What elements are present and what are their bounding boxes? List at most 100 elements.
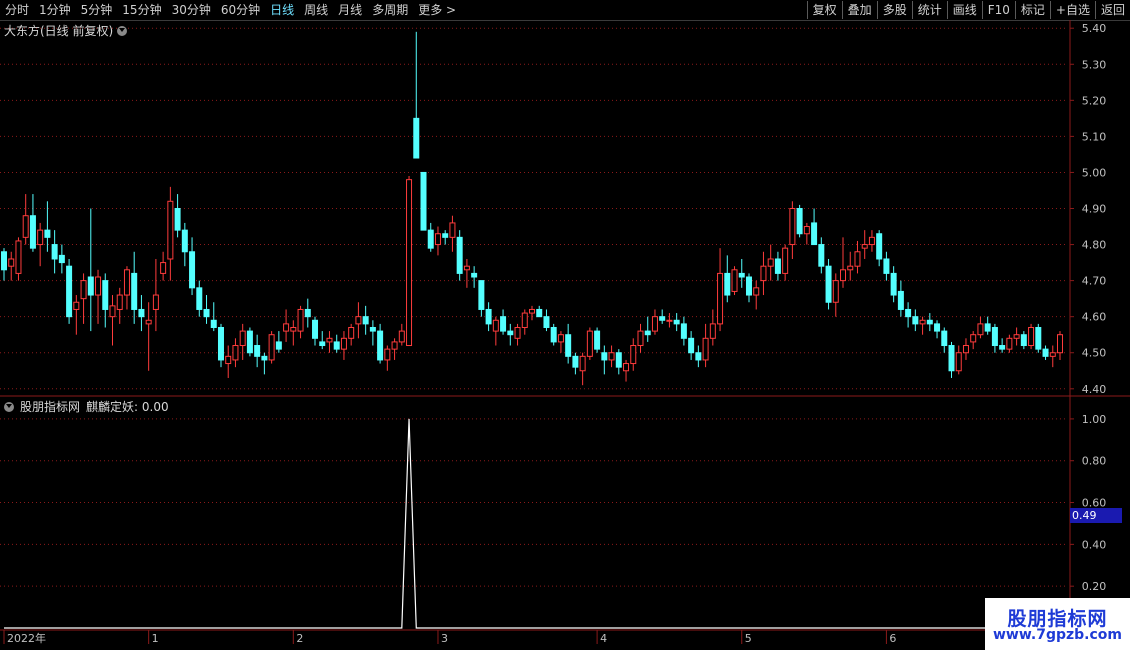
indicator-tick-label: 0.20 bbox=[1082, 580, 1107, 593]
candle-body bbox=[1020, 334, 1027, 347]
chevron-down-icon[interactable] bbox=[4, 401, 14, 412]
candle-body bbox=[934, 323, 941, 332]
candle-body bbox=[666, 319, 673, 322]
candle-body bbox=[811, 222, 818, 246]
candle-body bbox=[138, 308, 145, 318]
candle-body bbox=[514, 326, 521, 339]
candle-body bbox=[152, 294, 159, 310]
candle-body bbox=[847, 265, 854, 271]
candle-body bbox=[644, 330, 651, 336]
price-tick-label: 4.50 bbox=[1082, 347, 1107, 360]
candle-body bbox=[789, 208, 796, 246]
candle-body bbox=[854, 251, 861, 267]
candle-body bbox=[977, 323, 984, 336]
candle-body bbox=[239, 330, 246, 347]
main-chart-label: 大东方(日线 前复权) bbox=[4, 22, 128, 39]
candle-body bbox=[377, 330, 384, 361]
candle-body bbox=[955, 352, 962, 372]
time-label: 6 bbox=[889, 632, 896, 645]
candle-body bbox=[275, 341, 282, 350]
candle-body bbox=[760, 265, 767, 282]
candle-body bbox=[1013, 334, 1020, 339]
candle-body bbox=[8, 258, 15, 267]
candle-body bbox=[326, 337, 333, 343]
candle-body bbox=[970, 334, 977, 343]
price-tick-label: 5.20 bbox=[1082, 94, 1107, 107]
candle-body bbox=[333, 341, 340, 350]
candle-body bbox=[355, 316, 362, 325]
candle-body bbox=[427, 229, 434, 249]
watermark: 股朋指标网 www.7gpzb.com bbox=[985, 598, 1130, 650]
price-tick-label: 4.40 bbox=[1082, 383, 1107, 396]
candle-body bbox=[579, 355, 586, 372]
candle-body bbox=[1006, 337, 1013, 350]
candle-body bbox=[717, 272, 724, 325]
candle-body bbox=[876, 233, 883, 260]
candle-body bbox=[796, 208, 803, 235]
candle-body bbox=[724, 272, 731, 296]
candle-body bbox=[348, 326, 355, 339]
candle-body bbox=[232, 345, 239, 361]
candle-body bbox=[507, 330, 514, 336]
candle-body bbox=[818, 244, 825, 267]
candle-body bbox=[109, 305, 116, 318]
candle-body bbox=[29, 215, 36, 249]
candle-body bbox=[825, 265, 832, 303]
candle-body bbox=[37, 229, 44, 246]
candle-body bbox=[369, 326, 376, 332]
candle-body bbox=[991, 326, 998, 347]
candle-body bbox=[189, 251, 196, 289]
candle-body bbox=[905, 308, 912, 318]
stock-title: 大东方(日线 前复权) bbox=[4, 24, 114, 38]
candle-body bbox=[51, 244, 58, 260]
candle-body bbox=[73, 301, 80, 310]
chevron-down-icon[interactable] bbox=[117, 25, 128, 36]
time-label: 5 bbox=[745, 632, 752, 645]
candle-body bbox=[131, 272, 138, 310]
candle-body bbox=[471, 272, 478, 278]
candle-body bbox=[709, 323, 716, 339]
candle-body bbox=[897, 290, 904, 310]
candle-body bbox=[608, 352, 615, 361]
candle-body bbox=[456, 236, 463, 274]
candle-body bbox=[398, 330, 405, 343]
candle-body bbox=[420, 171, 427, 231]
candle-body bbox=[95, 276, 102, 296]
candle-body bbox=[861, 244, 868, 249]
candle-body bbox=[478, 280, 485, 310]
candle-body bbox=[123, 269, 130, 296]
time-label: 4 bbox=[600, 632, 607, 645]
candle-body bbox=[745, 276, 752, 296]
candle-body bbox=[261, 355, 268, 361]
candle-body bbox=[948, 345, 955, 372]
candle-body bbox=[434, 233, 441, 246]
price-tick-label: 5.40 bbox=[1082, 22, 1107, 35]
candle-body bbox=[623, 363, 630, 372]
candle-body bbox=[283, 323, 290, 332]
candle-body bbox=[340, 337, 347, 350]
candle-body bbox=[536, 308, 543, 318]
candle-body bbox=[767, 258, 774, 267]
kline-chart[interactable]: 5.40 5.30 5.20 5.10 5.00 4.90 4.80 4.70 4.60 4.50… bbox=[0, 0, 1130, 650]
candle-body bbox=[680, 323, 687, 339]
candle-body bbox=[196, 287, 203, 310]
indicator-line bbox=[4, 418, 1075, 629]
candle-body bbox=[174, 208, 181, 231]
candle-body bbox=[66, 265, 73, 318]
candle-body bbox=[883, 258, 890, 274]
candle-body bbox=[984, 323, 991, 332]
candle-body bbox=[572, 355, 579, 368]
time-label: 2022年 bbox=[7, 631, 46, 645]
time-label: 2 bbox=[296, 632, 303, 645]
candle-body bbox=[543, 316, 550, 328]
candle-body bbox=[695, 352, 702, 361]
candle-body bbox=[406, 179, 413, 347]
candle-body bbox=[999, 345, 1006, 350]
candle-body bbox=[362, 316, 369, 325]
candle-body bbox=[840, 269, 847, 282]
candle-body bbox=[615, 352, 622, 368]
candle-body bbox=[1, 251, 7, 271]
candle-body bbox=[87, 276, 94, 296]
candle-body bbox=[919, 319, 926, 325]
candle-body bbox=[1028, 326, 1035, 347]
